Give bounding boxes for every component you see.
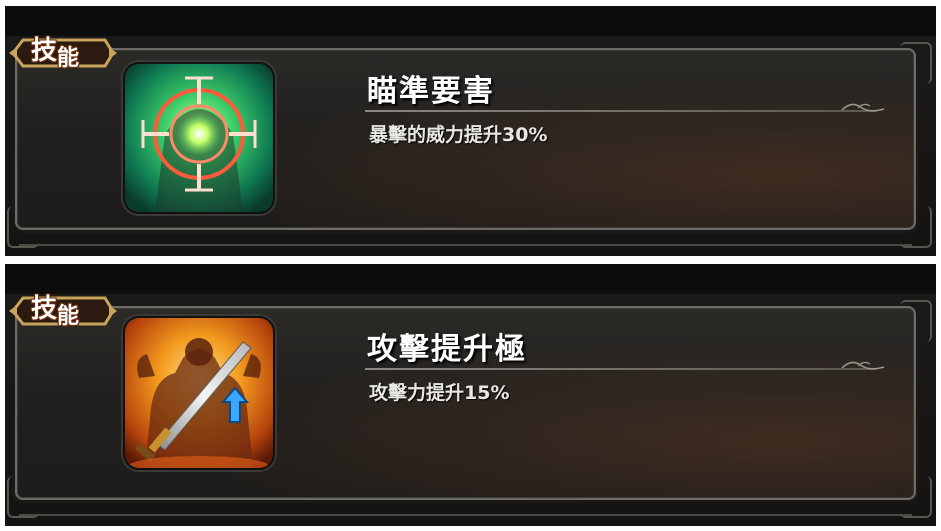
skill-panel-2: 技能 攻擊提升極 攻擊力提升15%	[5, 264, 936, 526]
skill-badge-label: 技能	[31, 34, 111, 74]
title-divider	[365, 368, 876, 370]
frame-bottom-line	[19, 244, 912, 246]
corner-ornament	[900, 42, 932, 84]
skill-badge: 技能	[9, 290, 117, 332]
skill-badge-label: 技能	[31, 292, 111, 332]
badge-char-1: 技	[31, 294, 58, 324]
corner-ornament	[900, 300, 932, 342]
crosshair-target-icon	[123, 62, 275, 214]
frame-bottom-line	[19, 514, 912, 516]
skill-panel-1: 技能 瞄準要害 暴擊的威力提升30%	[5, 6, 936, 256]
sword-attack-up-icon	[123, 316, 275, 470]
skill-description: 攻擊力提升15%	[369, 382, 510, 404]
panel-top-band	[5, 6, 936, 36]
skill-description: 暴擊的威力提升30%	[369, 124, 548, 146]
skill-name: 攻擊提升極	[367, 332, 527, 367]
panel-top-band	[5, 264, 936, 294]
title-divider	[365, 110, 876, 112]
badge-char-1: 技	[31, 36, 58, 66]
corner-ornament	[7, 206, 39, 248]
corner-ornament	[900, 206, 932, 248]
skill-name: 瞄準要害	[367, 74, 495, 109]
divider-ornament-icon	[841, 361, 885, 370]
divider-ornament-icon	[841, 103, 885, 112]
skill-badge: 技能	[9, 32, 117, 74]
badge-char-2: 能	[57, 46, 80, 71]
badge-char-2: 能	[57, 304, 80, 329]
corner-ornament	[7, 476, 39, 518]
corner-ornament	[900, 476, 932, 518]
